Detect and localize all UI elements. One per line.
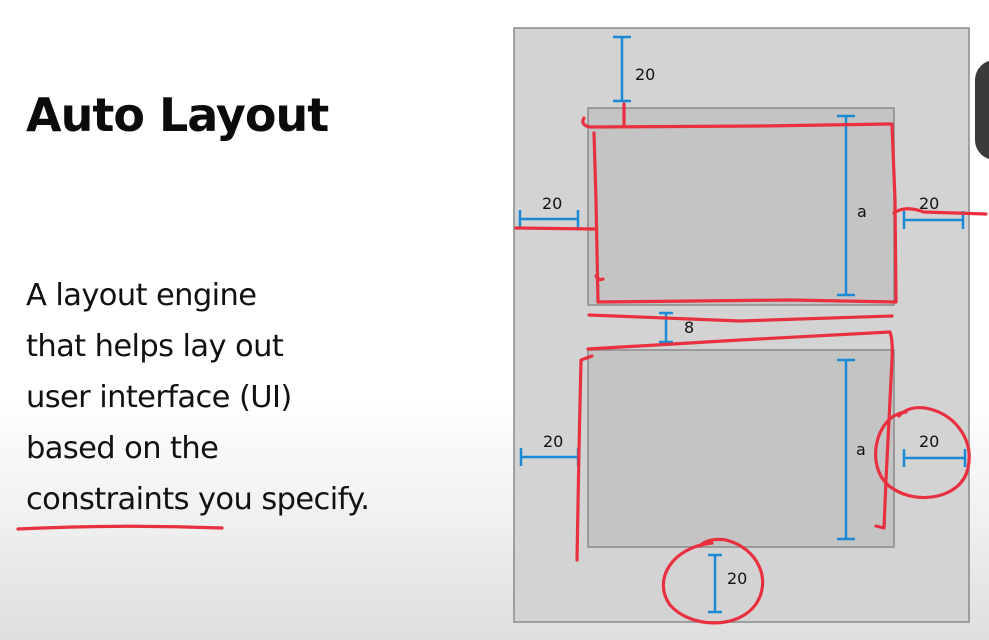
top-child-view (587, 107, 895, 306)
top-box-left-label: 20 (542, 194, 562, 213)
top-margin-label: 20 (635, 65, 655, 84)
top-box-height-label: a (857, 202, 867, 221)
auto-layout-diagram: 20 20 20 a 8 20 20 a 20 (16, 27, 988, 625)
annotation-underline-constraints (16, 524, 224, 531)
bottom-margin-label: 20 (727, 569, 747, 588)
bottom-box-right-label: 20 (919, 432, 939, 451)
bottom-box-height-label: a (856, 440, 866, 459)
bottom-box-left-label: 20 (543, 432, 563, 451)
gap-label: 8 (684, 318, 694, 337)
bottom-child-view (587, 349, 895, 548)
annotation-top-left-link (514, 226, 596, 231)
